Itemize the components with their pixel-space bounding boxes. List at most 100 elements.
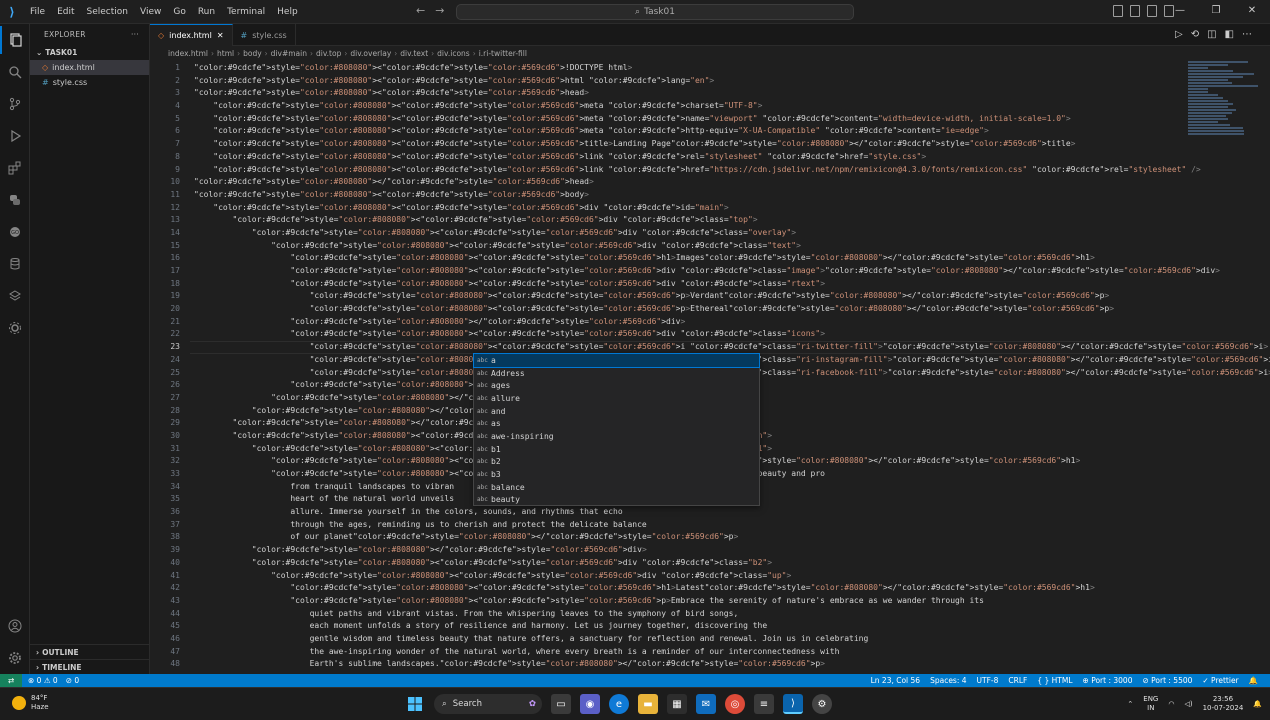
code-line[interactable]: "color:#9cdcfe">style="color:#808080"><"… (194, 290, 1270, 303)
code-line[interactable]: "color:#9cdcfe">style="color:#808080"><"… (194, 151, 1270, 164)
ports-indicator[interactable]: ⊘ 0 (66, 676, 79, 685)
code-line[interactable]: "color:#9cdcfe">style="color:#808080"><"… (194, 62, 1270, 75)
code-line[interactable]: "color:#9cdcfe">style="color:#808080"><"… (194, 125, 1270, 138)
teams-icon[interactable]: ◉ (580, 694, 600, 714)
more-actions-icon[interactable]: ⋯ (1242, 29, 1252, 40)
clock[interactable]: 23:56 10-07-2024 (1203, 695, 1244, 713)
suggestion-item[interactable]: abc ages (474, 379, 759, 392)
menu-edit[interactable]: Edit (51, 0, 80, 24)
breadcrumb-item[interactable]: div.text (400, 49, 428, 58)
code-line[interactable]: "color:#9cdcfe">style="color:#808080"><"… (194, 278, 1270, 291)
close-window-button[interactable]: ✕ (1234, 0, 1270, 22)
language-mode[interactable]: { } HTML (1037, 676, 1072, 685)
account-icon[interactable] (0, 612, 30, 640)
code-line[interactable]: "color:#9cdcfe">style="color:#808080"><"… (194, 138, 1270, 151)
maximize-button[interactable]: ❐ (1198, 0, 1234, 22)
code-line[interactable]: "color:#9cdcfe">style="color:#808080"><"… (194, 100, 1270, 113)
database-icon[interactable] (0, 250, 30, 278)
toggle-secondary-sidebar-icon[interactable] (1147, 5, 1157, 17)
code-line[interactable]: "color:#9cdcfe">style="color:#808080"><"… (194, 87, 1270, 100)
suggestion-item[interactable]: abc awe-inspiring (474, 430, 759, 443)
explorer-icon[interactable] (0, 26, 30, 54)
remote-explorer-icon[interactable]: GO (0, 218, 30, 246)
split-editor-icon[interactable]: ◧ (1225, 29, 1234, 40)
suggestion-item[interactable]: abc and (474, 405, 759, 418)
layers-icon[interactable] (0, 282, 30, 310)
calculator-icon[interactable]: ≡ (754, 694, 774, 714)
menu-view[interactable]: View (134, 0, 167, 24)
suggestion-item[interactable]: abc a (473, 353, 760, 368)
live-preview-icon[interactable]: ◫ (1207, 29, 1216, 40)
problems-indicator[interactable]: ⊗ 0 ⚠ 0 (28, 676, 58, 685)
code-line[interactable]: of our planet"color:#9cdcfe">style="colo… (194, 531, 1270, 544)
suggestion-item[interactable]: abc balance (474, 481, 759, 494)
mail-icon[interactable]: ✉ (696, 694, 716, 714)
chrome-icon[interactable]: ◎ (725, 694, 745, 714)
code-line[interactable]: "color:#9cdcfe">style="color:#808080"></… (194, 176, 1270, 189)
live-server-port[interactable]: ⊕ Port : 3000 (1083, 676, 1133, 685)
code-line[interactable]: "color:#9cdcfe">style="color:#808080"></… (194, 316, 1270, 329)
language-indicator[interactable]: ENG IN (1143, 695, 1158, 713)
code-line[interactable]: Earth's sublime landscapes."color:#9cdcf… (194, 658, 1270, 671)
code-line[interactable]: "color:#9cdcfe">style="color:#808080"><"… (194, 113, 1270, 126)
suggestion-item[interactable]: abc b2 (474, 456, 759, 469)
vscode-taskbar-icon[interactable]: ⟩ (783, 694, 803, 714)
breadcrumb-item[interactable]: index.html (168, 49, 208, 58)
search-view-icon[interactable] (0, 58, 30, 86)
suggestion-item[interactable]: abc allure (474, 392, 759, 405)
run-icon[interactable]: ▷ (1175, 29, 1183, 40)
breadcrumb-item[interactable]: div#main (271, 49, 307, 58)
settings-gear-icon[interactable] (0, 644, 30, 672)
code-line[interactable]: "color:#9cdcfe">style="color:#808080"><"… (194, 265, 1270, 278)
code-line[interactable]: "color:#9cdcfe">style="color:#808080"><"… (194, 189, 1270, 202)
breadcrumb-item[interactable]: div.icons (437, 49, 470, 58)
tray-overflow-icon[interactable]: ⌃ (1127, 700, 1133, 708)
code-line[interactable]: "color:#9cdcfe">style="color:#808080"><"… (194, 328, 1270, 341)
suggestion-item[interactable]: abc b3 (474, 468, 759, 481)
code-line[interactable]: quiet paths and vibrant vistas. From the… (194, 608, 1270, 621)
code-line[interactable]: "color:#9cdcfe">style="color:#808080"><"… (194, 570, 1270, 583)
code-line[interactable]: "color:#9cdcfe">style="color:#808080"><"… (194, 75, 1270, 88)
toggle-sidebar-icon[interactable] (1113, 5, 1123, 17)
code-line[interactable]: through the ages, reminding us to cheris… (194, 519, 1270, 532)
task-view-icon[interactable]: ▭ (551, 694, 571, 714)
code-line[interactable]: each moment unfolds a story of resilienc… (194, 620, 1270, 633)
source-control-icon[interactable] (0, 90, 30, 118)
suggestion-item[interactable]: abc b1 (474, 443, 759, 456)
run-debug-icon[interactable] (0, 122, 30, 150)
tab-index-html[interactable]: ◇ index.html ✕ (150, 24, 233, 46)
taskbar-search[interactable]: ⌕ Search ✿ (434, 694, 542, 714)
toggle-panel-icon[interactable] (1130, 5, 1140, 17)
code-line[interactable]: the awe-inspiring wonder of the natural … (194, 646, 1270, 659)
extensions-icon[interactable] (0, 154, 30, 182)
file-explorer-icon[interactable]: ▬ (638, 694, 658, 714)
menu-go[interactable]: Go (167, 0, 191, 24)
encoding[interactable]: UTF-8 (977, 676, 999, 685)
code-line[interactable]: "color:#9cdcfe">style="color:#808080"><"… (194, 202, 1270, 215)
python-icon[interactable] (0, 186, 30, 214)
notification-icon[interactable]: 🔔 (1253, 700, 1262, 708)
store-icon[interactable]: ▦ (667, 694, 687, 714)
outline-section[interactable]: › OUTLINE (30, 644, 150, 659)
suggestion-item[interactable]: abc beauty (474, 494, 759, 507)
menu-file[interactable]: File (24, 0, 51, 24)
weather-widget[interactable]: 84°F Haze (12, 694, 49, 712)
wifi-icon[interactable]: ◠ (1168, 700, 1174, 708)
cursor-position[interactable]: Ln 23, Col 56 (871, 676, 920, 685)
back-arrow-icon[interactable]: ← (416, 4, 425, 17)
tab-style-css[interactable]: # style.css (233, 24, 296, 46)
open-changes-icon[interactable]: ⟲ (1191, 29, 1199, 40)
timeline-section[interactable]: › TIMELINE (30, 659, 150, 674)
code-line[interactable]: "color:#9cdcfe">style="color:#808080"><"… (194, 595, 1270, 608)
minimize-button[interactable]: — (1162, 0, 1198, 22)
breadcrumb-item[interactable]: body (243, 49, 262, 58)
suggestion-item[interactable]: abc as (474, 417, 759, 430)
breadcrumb-item[interactable]: i.ri-twitter-fill (479, 49, 527, 58)
end-of-line[interactable]: CRLF (1008, 676, 1027, 685)
extension-gear-icon[interactable] (0, 314, 30, 342)
code-line[interactable]: "color:#9cdcfe">style="color:#808080"><"… (194, 227, 1270, 240)
start-button[interactable] (405, 694, 425, 714)
code-line[interactable]: gentle wisdom and timeless beauty that n… (194, 633, 1270, 646)
code-line[interactable]: "color:#9cdcfe">style="color:#808080"><"… (194, 557, 1270, 570)
minimap[interactable] (1188, 60, 1258, 160)
